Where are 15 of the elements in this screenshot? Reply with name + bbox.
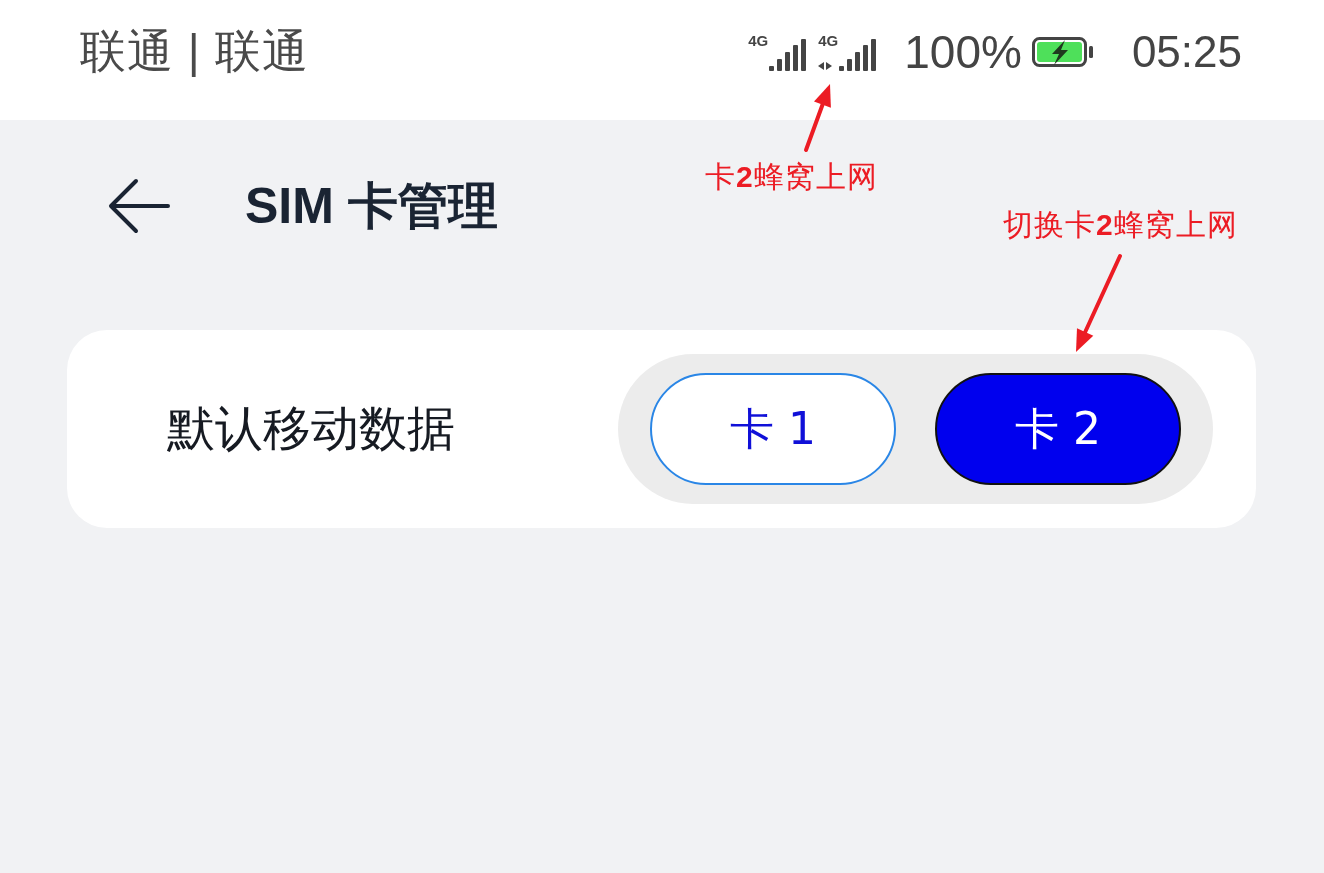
clock-time: 05:25 xyxy=(1131,27,1242,77)
sim-option-button[interactable]: 卡 2 xyxy=(935,373,1181,485)
back-button[interactable] xyxy=(108,178,170,234)
annotation-arrow xyxy=(804,84,831,152)
setting-label: 默认移动数据 xyxy=(167,399,455,458)
network-type-label: 4G xyxy=(818,33,839,48)
carrier-label: 联通 | 联通 xyxy=(80,24,309,79)
signal-bars-icon xyxy=(839,39,877,71)
sim-option-button[interactable]: 卡 1 xyxy=(650,373,896,485)
back-arrow-icon xyxy=(108,178,170,234)
annotation-label: 卡2蜂窝上网 xyxy=(705,159,878,195)
annotation-label: 切换卡2蜂窝上网 xyxy=(1003,207,1238,243)
battery-percent: 100% xyxy=(904,25,1022,79)
page-title: SIM 卡管理 xyxy=(245,176,498,236)
network-type-label: 4G xyxy=(748,33,769,48)
